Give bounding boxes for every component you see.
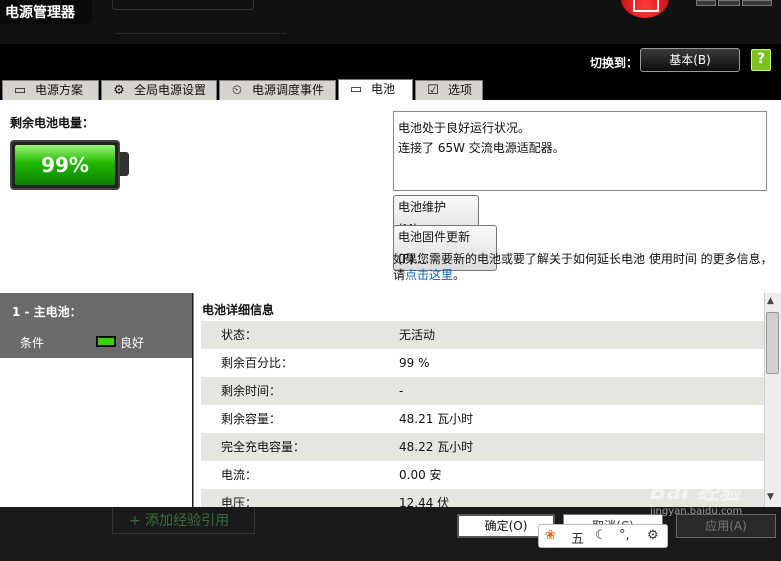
watermark-brand: Bai 经验 [650,480,741,505]
watermark-url: jingyan.baidu.com [650,506,743,517]
baidu-watermark: Bai 经验 jingyan.baidu.com [650,474,742,517]
detail-row: 完全充电容量： 48.22 瓦小时 [201,433,764,461]
detail-key: 剩余百分比： [221,356,294,370]
detail-value: 48.21 瓦小时 [399,412,474,426]
detail-value: 12.44 伏 [399,496,450,507]
scroll-thumb[interactable] [766,312,779,374]
detail-key: 电压： [221,496,258,507]
detail-key: 完全充电容量： [221,440,306,454]
detail-value: 48.22 瓦小时 [399,440,474,454]
detail-value: 0.00 安 [399,468,442,482]
detail-row: 状态： 无活动 [201,321,764,349]
ime-gear-icon: ⚙ [647,528,659,543]
detail-row: 剩余时间： - [201,377,764,405]
detail-row: 剩余百分比： 99 % [201,349,764,377]
detail-value: 无活动 [399,328,436,342]
punctuation-icon: °, [619,528,630,543]
moon-icon: ☾ [595,528,607,543]
detail-value: 99 % [399,356,430,370]
ime-toolbar[interactable]: ❀ 五 ☾ °, ⚙ [538,524,668,548]
detail-key: 剩余容量： [221,412,282,426]
ime-mode-label: 五 [571,532,585,547]
detail-row: 剩余容量： 48.21 瓦小时 [201,405,764,433]
scroll-up-icon[interactable]: ▲ [767,296,774,306]
detail-key: 电流： [221,468,258,482]
apply-button[interactable]: 应用(A) [676,514,776,538]
detail-key: 剩余时间： [221,384,282,398]
scroll-down-icon[interactable]: ▼ [767,492,774,502]
detail-key: 状态： [221,328,258,342]
detail-value: - [399,384,404,398]
paw-icon: ❀ [545,528,556,543]
background-add-reference-fragment: + 添加经验引用 [112,508,255,534]
